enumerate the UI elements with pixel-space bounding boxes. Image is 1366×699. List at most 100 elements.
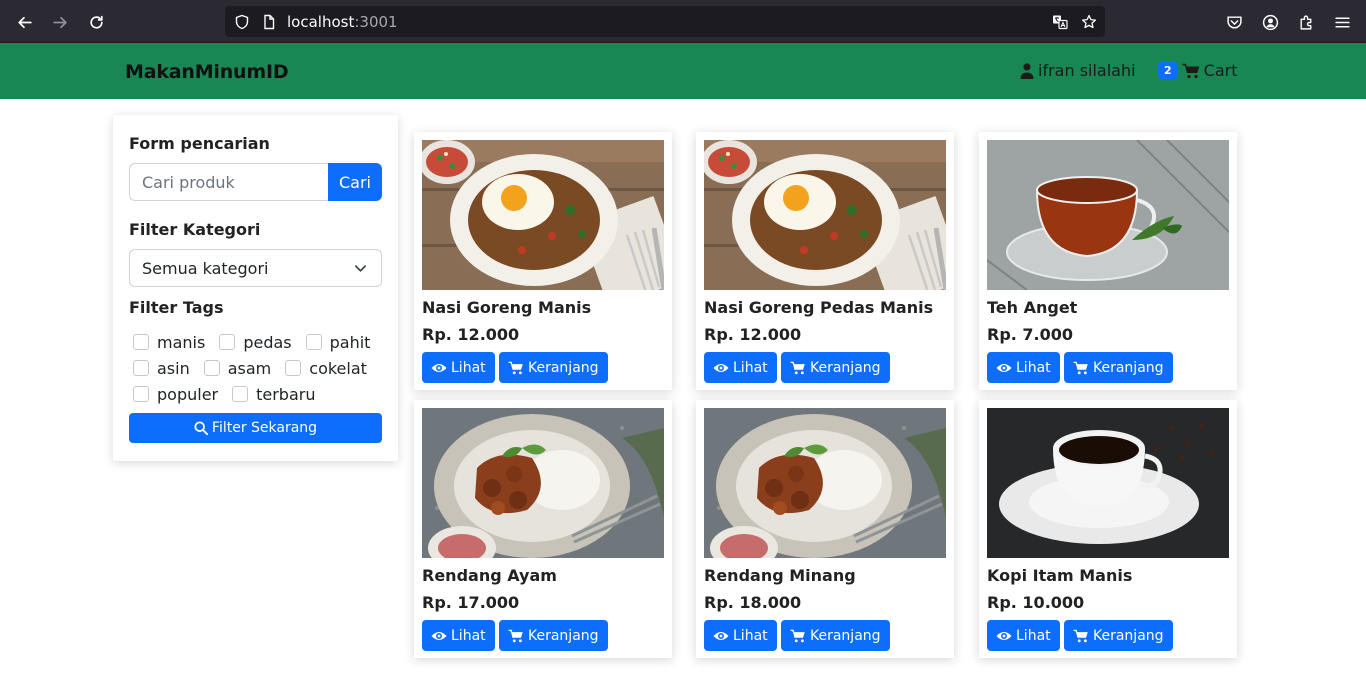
add-to-cart-button[interactable]: Keranjang xyxy=(1064,620,1173,651)
reload-icon[interactable] xyxy=(82,8,110,36)
browser-toolbar: localhost:3001 xyxy=(0,0,1366,43)
url-bar[interactable]: localhost:3001 xyxy=(225,6,1105,37)
tag-checkbox-populer[interactable]: populer xyxy=(133,385,218,404)
view-product-button[interactable]: Lihat xyxy=(987,352,1060,383)
product-card: Nasi Goreng Pedas Manis Rp. 12.000 Lihat Ke… xyxy=(696,132,954,390)
chevron-down-icon xyxy=(355,265,366,272)
add-to-cart-button[interactable]: Keranjang xyxy=(1064,352,1173,383)
tag-checkbox-asin[interactable]: asin xyxy=(133,359,190,378)
account-icon[interactable] xyxy=(1260,12,1280,32)
checkbox[interactable] xyxy=(133,386,149,402)
tag-label: asam xyxy=(227,358,272,378)
cart-button-label: Keranjang xyxy=(1093,627,1164,644)
cart-label: Cart xyxy=(1203,61,1238,80)
product-image[interactable] xyxy=(422,408,664,558)
user-account-link[interactable]: ifran silalahi xyxy=(1020,61,1136,80)
view-button-label: Lihat xyxy=(733,627,768,644)
product-image[interactable] xyxy=(987,140,1229,290)
checkbox[interactable] xyxy=(203,360,220,376)
tag-label: populer xyxy=(157,384,219,404)
product-name: Teh Anget xyxy=(987,298,1078,317)
cart-button-label: Keranjang xyxy=(528,627,599,644)
product-price: Rp. 12.000 xyxy=(704,325,802,344)
cart-icon xyxy=(508,629,523,642)
checkbox[interactable] xyxy=(219,334,236,350)
filter-now-button[interactable]: Filter Sekarang xyxy=(129,413,382,443)
product-card: Rendang Minang Rp. 18.000 Lihat Keranjang xyxy=(696,400,954,658)
cart-button-label: Keranjang xyxy=(810,627,881,644)
product-card: Kopi Itam Manis Rp. 10.000 Lihat Keranjang xyxy=(979,400,1237,658)
cart-button-label: Keranjang xyxy=(810,359,881,376)
tag-label: pedas xyxy=(243,332,292,352)
extensions-icon[interactable] xyxy=(1296,12,1316,32)
add-to-cart-button[interactable]: Keranjang xyxy=(499,352,608,383)
view-product-button[interactable]: Lihat xyxy=(422,620,495,651)
tag-checkbox-manis[interactable]: manis xyxy=(133,333,205,352)
product-image[interactable] xyxy=(422,140,664,290)
search-icon xyxy=(194,421,208,435)
cart-icon xyxy=(1073,361,1088,374)
product-name: Nasi Goreng Manis xyxy=(422,298,592,317)
checkbox[interactable] xyxy=(305,334,322,350)
view-product-button[interactable]: Lihat xyxy=(704,352,777,383)
cart-icon xyxy=(790,361,805,374)
product-image[interactable] xyxy=(987,408,1229,558)
tag-checkbox-pedas[interactable]: pedas xyxy=(219,332,292,352)
view-button-label: Lihat xyxy=(1016,359,1051,376)
product-image[interactable] xyxy=(704,140,946,290)
tag-checkbox-terbaru[interactable]: terbaru xyxy=(232,385,315,404)
brand-logo[interactable]: MakanMinumID xyxy=(125,61,289,83)
tag-checkbox-asam[interactable]: asam xyxy=(203,358,272,378)
product-price: Rp. 17.000 xyxy=(422,593,520,612)
url-host: localhost xyxy=(287,13,355,31)
cart-button-label: Keranjang xyxy=(1093,359,1164,376)
menu-icon[interactable] xyxy=(1332,12,1352,32)
checkbox[interactable] xyxy=(133,360,149,376)
checkbox[interactable] xyxy=(232,386,249,402)
cart-link[interactable]: 2 Cart xyxy=(1158,61,1237,80)
view-button-label: Lihat xyxy=(451,359,486,376)
url-text: localhost:3001 xyxy=(287,13,398,31)
product-name: Kopi Itam Manis xyxy=(987,566,1133,585)
view-product-button[interactable]: Lihat xyxy=(422,352,495,383)
eye-icon xyxy=(996,363,1012,372)
product-price: Rp. 12.000 xyxy=(422,325,520,344)
tag-label: pahit xyxy=(329,332,371,352)
tags-checkbox-group: manis pedas pahit asin asam cokelat popu… xyxy=(133,329,383,407)
eye-icon xyxy=(713,631,729,640)
tag-label: terbaru xyxy=(256,384,316,404)
checkbox[interactable] xyxy=(133,334,149,350)
add-to-cart-button[interactable]: Keranjang xyxy=(781,352,890,383)
translate-icon[interactable] xyxy=(1051,13,1068,30)
pocket-icon[interactable] xyxy=(1224,12,1244,32)
site-navbar: MakanMinumID ifran silalahi 2 Cart xyxy=(0,43,1366,99)
category-select[interactable]: Semua kategori xyxy=(129,249,382,287)
product-name: Rendang Ayam xyxy=(422,566,557,585)
product-image[interactable] xyxy=(704,408,946,558)
tag-label: manis xyxy=(157,332,206,352)
product-card: Rendang Ayam Rp. 17.000 Lihat Keranjang xyxy=(414,400,672,658)
view-product-button[interactable]: Lihat xyxy=(987,620,1060,651)
back-icon[interactable] xyxy=(10,8,38,36)
search-input[interactable] xyxy=(129,163,329,201)
page-icon[interactable] xyxy=(260,13,277,30)
eye-icon xyxy=(713,363,729,372)
filter-button-label: Filter Sekarang xyxy=(211,420,318,436)
tag-checkbox-pahit[interactable]: pahit xyxy=(305,332,371,352)
view-product-button[interactable]: Lihat xyxy=(704,620,777,651)
add-to-cart-button[interactable]: Keranjang xyxy=(781,620,890,651)
cart-count-badge: 2 xyxy=(1158,61,1178,80)
search-form-title: Form pencarian xyxy=(129,134,270,153)
filter-sidebar: Form pencarian Cari Filter Kategori Semu… xyxy=(113,115,398,461)
add-to-cart-button[interactable]: Keranjang xyxy=(499,620,608,651)
product-price: Rp. 18.000 xyxy=(704,593,802,612)
cart-icon xyxy=(508,361,523,374)
product-card: Teh Anget Rp. 7.000 Lihat Keranjang xyxy=(979,132,1237,390)
shield-icon[interactable] xyxy=(233,13,250,30)
forward-icon[interactable] xyxy=(46,8,74,36)
checkbox[interactable] xyxy=(285,360,302,376)
eye-icon xyxy=(431,363,447,372)
search-button[interactable]: Cari xyxy=(328,163,382,201)
bookmark-star-icon[interactable] xyxy=(1080,13,1097,30)
tag-checkbox-cokelat[interactable]: cokelat xyxy=(285,359,367,378)
